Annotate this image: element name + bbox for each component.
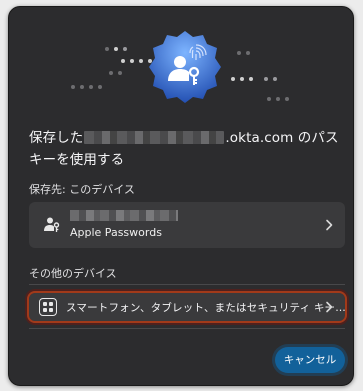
save-to-label: 保存先: このデバイス xyxy=(29,183,135,196)
redacted-username xyxy=(84,131,225,144)
decor-dots-right-mid xyxy=(231,77,277,81)
divider xyxy=(29,284,345,285)
other-device-option[interactable]: スマートフォン、タブレット、またはセキュリティ キー… xyxy=(27,291,347,323)
person-key-icon xyxy=(44,217,60,232)
other-device-label: スマートフォン、タブレット、またはセキュリティ キー… xyxy=(66,302,346,314)
passkey-dialog: 保存した .okta.com のパスキーを使用する 保存先: このデバイス App… xyxy=(8,6,354,386)
provider-name: Apple Passwords xyxy=(70,226,162,239)
dialog-title: 保存した .okta.com のパスキーを使用する xyxy=(29,127,339,171)
decor-dots-left-top xyxy=(105,47,127,51)
decor-dots-right-top xyxy=(237,51,250,55)
passkey-hero-illustration xyxy=(9,7,355,122)
chevron-right-icon xyxy=(326,219,333,231)
saved-passkey-option[interactable]: Apple Passwords xyxy=(29,202,345,248)
cancel-button[interactable]: キャンセル xyxy=(275,347,345,373)
decor-dots-left-far xyxy=(71,85,102,89)
redacted-account-name xyxy=(70,210,178,221)
chevron-right-icon xyxy=(326,301,333,313)
title-prefix: 保存した xyxy=(29,130,84,146)
decor-dots-left-low xyxy=(109,71,122,75)
divider xyxy=(29,328,345,329)
passkey-badge-icon xyxy=(149,31,221,103)
other-devices-label: その他のデバイス xyxy=(29,267,117,280)
qr-grid-icon xyxy=(39,298,57,316)
decor-dots-right-low xyxy=(267,97,289,101)
